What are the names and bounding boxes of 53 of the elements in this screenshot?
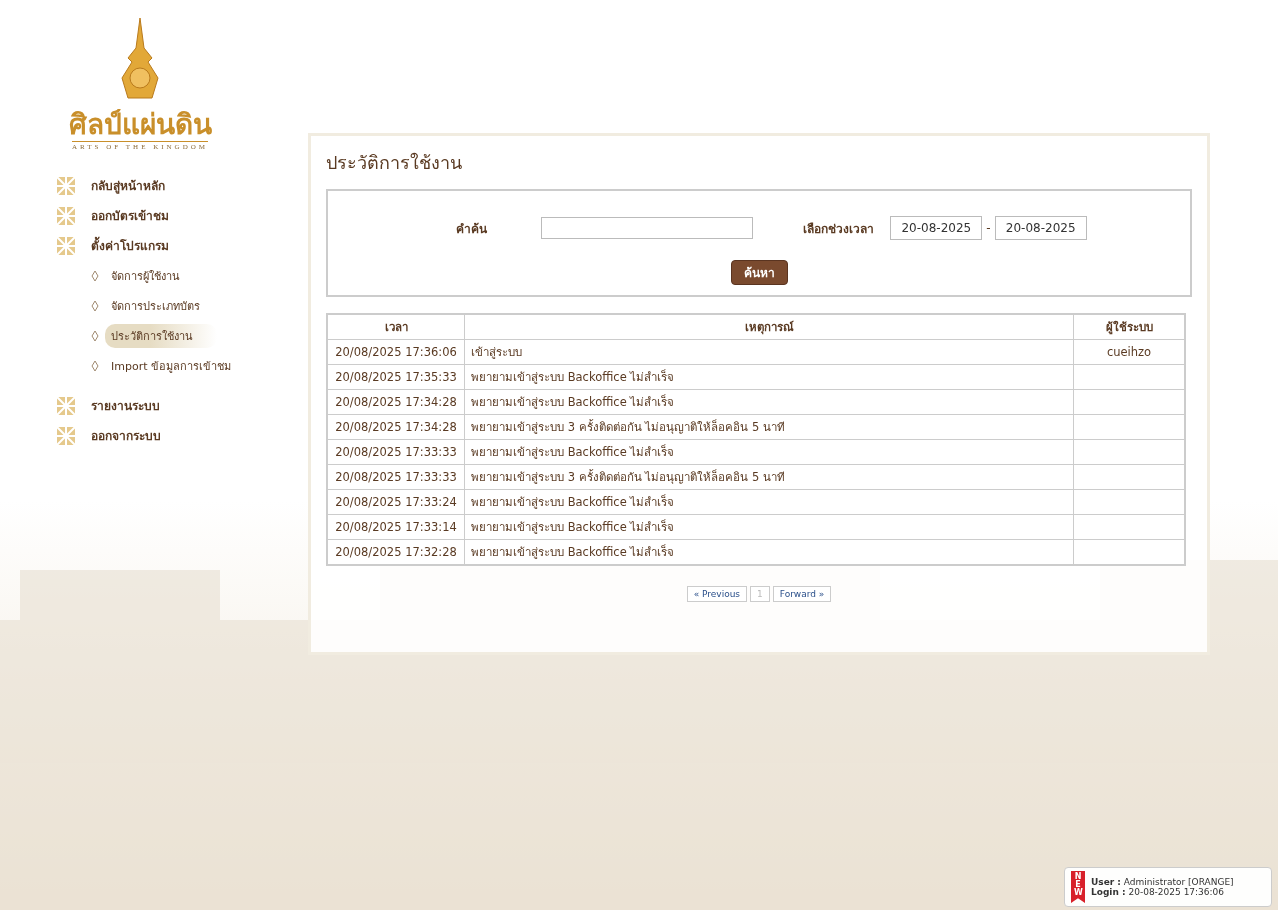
royal-emblem-icon: [118, 18, 162, 100]
star-icon: [57, 426, 75, 445]
star-icon: [57, 206, 75, 225]
table-cell: พยายามเข้าสู่ระบบ 3 ครั้งติดต่อกัน ไม่อนุญาติให้ล็อคอิน 5 นาที: [471, 420, 785, 434]
diamond-icon: [91, 299, 99, 312]
column-header: เวลา: [327, 314, 465, 340]
menu-item[interactable]: ตั้งค่าโปรแกรม: [91, 236, 169, 256]
submenu-item[interactable]: จัดการประเภทบัตร: [105, 293, 224, 318]
menu-item[interactable]: รายงานระบบ: [91, 396, 160, 416]
keyword-label: คำค้น: [454, 220, 488, 238]
table-cell: 20/08/2025 17:34:28: [335, 395, 457, 409]
table-cell: เข้าสู่ระบบ: [471, 345, 522, 359]
page-title: ประวัติการใช้งาน: [326, 151, 463, 175]
search-button[interactable]: ค้นหา: [730, 260, 788, 285]
menu-item[interactable]: กลับสู่หน้าหลัก: [91, 176, 165, 196]
menu-item[interactable]: ออกจากระบบ: [91, 426, 161, 446]
menu-item[interactable]: ออกบัตรเข้าชม: [91, 206, 169, 226]
table-cell: พยายามเข้าสู่ระบบ Backoffice ไม่สำเร็จ: [471, 495, 675, 509]
column-header: เหตุการณ์: [464, 314, 1074, 340]
table-cell: 20/08/2025 17:33:33: [335, 445, 457, 459]
table-cell: 20/08/2025 17:35:33: [335, 370, 457, 384]
pagination-link[interactable]: « Previous: [686, 586, 748, 602]
date-to-field[interactable]: 20-08-2025: [994, 216, 1087, 240]
table-cell: พยายามเข้าสู่ระบบ Backoffice ไม่สำเร็จ: [471, 545, 675, 559]
diamond-icon: [91, 329, 99, 342]
date-from-field[interactable]: 20-08-2025: [890, 216, 983, 240]
submenu-item[interactable]: Import ข้อมูลการเข้าชม: [105, 353, 255, 378]
table-cell: cueihzo: [1106, 345, 1152, 359]
table-cell: 20/08/2025 17:33:24: [335, 495, 457, 509]
table-cell: พยายามเข้าสู่ระบบ Backoffice ไม่สำเร็จ: [471, 520, 675, 534]
table-cell: 20/08/2025 17:32:28: [335, 545, 457, 559]
user-line: User : Administrator [ORANGE]: [1091, 877, 1234, 887]
diamond-icon: [91, 359, 99, 372]
login-line: Login : 20-08-2025 17:36:06: [1091, 887, 1226, 897]
star-icon: [57, 176, 75, 195]
star-icon: [57, 396, 75, 415]
logo-title: ศิลป์แผ่นดิน: [68, 110, 212, 141]
table-cell: พยายามเข้าสู่ระบบ 3 ครั้งติดต่อกัน ไม่อนุญาติให้ล็อคอิน 5 นาที: [471, 470, 785, 484]
table-cell: พยายามเข้าสู่ระบบ Backoffice ไม่สำเร็จ: [471, 370, 675, 384]
date-range-label: เลือกช่วงเวลา: [803, 220, 875, 238]
pagination-link[interactable]: Forward »: [772, 586, 832, 602]
date-separator: -: [986, 221, 991, 235]
table-cell: 20/08/2025 17:33:33: [335, 470, 457, 484]
star-icon: [57, 236, 75, 255]
submenu-item[interactable]: จัดการผู้ใช้งาน: [105, 263, 204, 288]
new-ribbon-badge: NEW: [1071, 871, 1085, 903]
table-cell: 20/08/2025 17:33:14: [335, 520, 457, 534]
table-cell: พยายามเข้าสู่ระบบ Backoffice ไม่สำเร็จ: [471, 395, 675, 409]
table-cell: 20/08/2025 17:36:06: [335, 345, 457, 359]
keyword-input-field[interactable]: [541, 217, 754, 239]
table-cell: พยายามเข้าสู่ระบบ Backoffice ไม่สำเร็จ: [471, 445, 675, 459]
table-cell: 20/08/2025 17:34:28: [335, 420, 457, 434]
diamond-icon: [91, 269, 99, 282]
